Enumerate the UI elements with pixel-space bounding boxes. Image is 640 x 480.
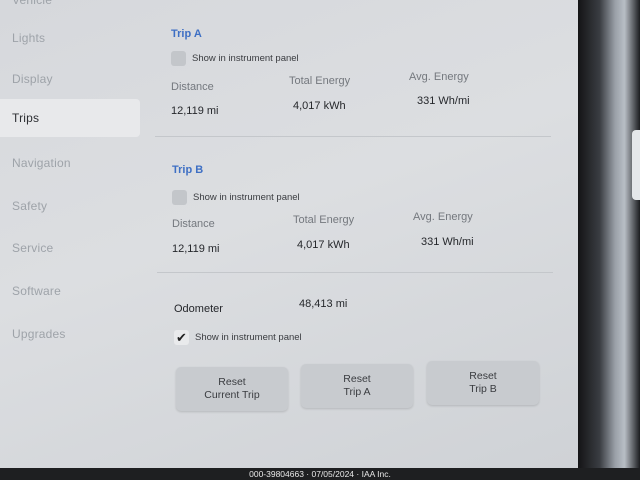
trip-b-distance-label: Distance [172,218,215,230]
watermark-footer: 000-39804663 · 07/05/2024 · IAA Inc. [0,468,640,480]
odometer-checkbox-label: Show in instrument panel [195,332,302,343]
trip-a-energy-label: Total Energy [289,75,351,87]
sidebar-item-navigation[interactable]: Navigation [0,145,140,181]
trip-a-checkbox-label: Show in instrument panel [192,53,299,64]
trip-a-checkbox[interactable] [171,51,186,66]
sidebar-item-lights[interactable]: Lights [0,20,140,56]
sidebar-item-upgrades[interactable]: Upgrades [0,316,140,352]
trip-a-avg-value: 331 Wh/mi [417,95,470,107]
trip-b-avg-label: Avg. Energy [413,211,473,223]
settings-sidebar: Vehicle Lights Display Trips Navigation … [0,0,145,468]
trip-a-distance-value: 12,119 mi [171,105,219,117]
reset-current-trip-button[interactable]: Reset Current Trip [176,367,288,411]
trip-a-distance-label: Distance [171,81,214,93]
reset-current-line1: Reset [218,376,246,388]
trip-b-energy-value: 4,017 kWh [297,239,350,251]
sidebar-item-display[interactable]: Display [0,61,140,97]
sidebar-item-safety[interactable]: Safety [0,188,140,224]
trip-a-show-toggle[interactable]: Show in instrument panel [171,51,299,66]
reset-a-line1: Reset [343,373,371,385]
trip-a-energy-value: 4,017 kWh [293,100,346,112]
bezel-trim [632,130,640,200]
trip-b-energy-label: Total Energy [293,214,355,226]
screen-bezel [578,0,640,468]
trip-a-avg-label: Avg. Energy [409,71,469,83]
divider [155,136,551,137]
odometer-checkbox[interactable]: ✔ [174,330,189,345]
sidebar-item-trips[interactable]: Trips [0,99,140,137]
sidebar-item-vehicle[interactable]: Vehicle [0,0,140,12]
divider [157,272,553,273]
odometer-show-toggle[interactable]: ✔ Show in instrument panel [174,330,302,345]
reset-b-line2: Trip B [469,383,497,395]
reset-b-line1: Reset [469,370,497,382]
trip-b-checkbox-label: Show in instrument panel [193,192,300,203]
reset-trip-b-button[interactable]: Reset Trip B [427,361,539,405]
trip-b-show-toggle[interactable]: Show in instrument panel [172,190,300,205]
reset-a-line2: Trip A [343,386,371,398]
reset-current-line2: Current Trip [204,389,260,401]
trip-b-title: Trip B [172,164,204,176]
trip-b-checkbox[interactable] [172,190,187,205]
odometer-label: Odometer [174,303,223,315]
trip-b-distance-value: 12,119 mi [172,243,220,255]
touchscreen: Vehicle Lights Display Trips Navigation … [0,0,578,468]
reset-trip-a-button[interactable]: Reset Trip A [301,364,413,408]
trip-b-avg-value: 331 Wh/mi [421,236,474,248]
checkmark-icon: ✔ [176,330,187,345]
sidebar-item-software[interactable]: Software [0,273,140,309]
trip-a-title: Trip A [171,28,202,40]
sidebar-item-service[interactable]: Service [0,230,140,266]
trips-panel: Trip A Show in instrument panel Distance… [145,0,578,468]
odometer-value: 48,413 mi [299,298,348,310]
